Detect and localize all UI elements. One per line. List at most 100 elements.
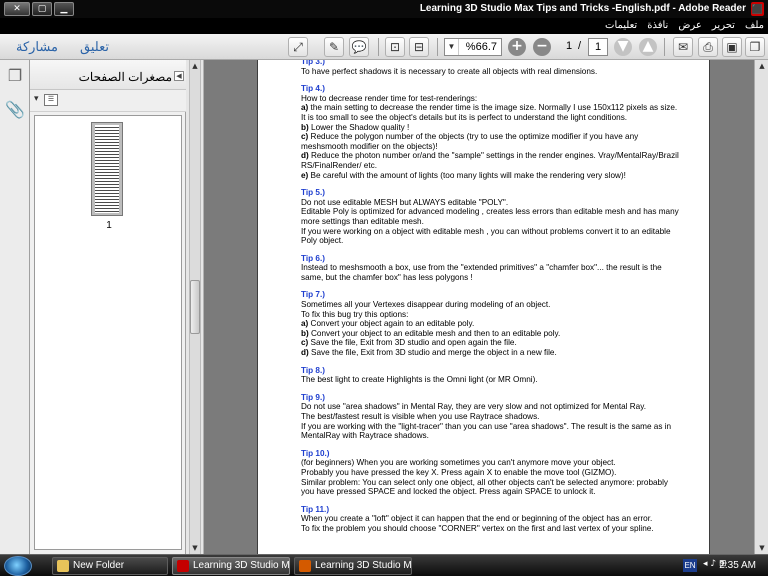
save-icon[interactable]: ▣	[722, 37, 742, 57]
tip-line: c) Save the file, Exit from 3D studio an…	[301, 338, 517, 348]
tip-line: Similar problem: You can select only one…	[301, 477, 669, 497]
toolbar-divider	[378, 38, 379, 56]
menu-view[interactable]: عرض	[678, 20, 702, 31]
tip-line: Editable Poly is optimized for advanced …	[301, 207, 679, 226]
tip-title: Tip 7.)	[301, 290, 325, 300]
page-thumbnails-panel: مصغرات الصفحات ◀ ▾ ☰ 1	[30, 60, 186, 554]
next-page-icon[interactable]: ▼	[614, 38, 632, 56]
panel-splitter[interactable]: ▲ ▼	[186, 60, 204, 554]
tip-line: If you are working with the "light-trace…	[301, 421, 672, 441]
panel-header: مصغرات الصفحات ◀	[30, 60, 186, 90]
fit-width-icon[interactable]: ⊟	[409, 37, 429, 57]
minimize-window-button[interactable]: ▁	[54, 2, 74, 16]
tip-title: Tip 3.)	[301, 60, 325, 66]
tip-line: e) Be careful with the amount of lights …	[301, 170, 626, 180]
comment-button[interactable]: تعليق	[80, 39, 109, 55]
menu-window[interactable]: نافذة	[647, 20, 668, 31]
pdf-page: Tip 3.) To have perfect shadows it is nec…	[257, 60, 710, 554]
tip-title: Tip 10.)	[301, 448, 330, 458]
tip-section: Tip 11.) When you create a "loft" object …	[301, 505, 681, 534]
title-bar: ✕ ▢ ▁ Learning 3D Studio Max Tips and Tr…	[0, 0, 768, 18]
options-dropdown-icon[interactable]: ▾	[34, 94, 39, 104]
tip-line: b) Convert your object to an editable me…	[301, 328, 561, 338]
tip-line: When you create a "loft" object it can h…	[301, 514, 653, 524]
tip-line: a) the main setting to decrease the rend…	[301, 103, 678, 122]
tip-section: Tip 6.) Instead to meshsmooth a box, use …	[301, 254, 681, 283]
maximize-window-button[interactable]: ▢	[32, 2, 52, 16]
tip-title: Tip 9.)	[301, 392, 325, 402]
taskbar-item[interactable]: Learning 3D Studio Ma...	[172, 557, 290, 575]
tip-section: Tip 10.) (for beginners) When you are wor…	[301, 449, 681, 497]
fit-page-icon[interactable]: ⊡	[385, 37, 405, 57]
tip-line: To fix the problem you should choose "CO…	[301, 523, 654, 533]
copy-icon[interactable]: ❐	[745, 37, 765, 57]
pdf-icon: ⬛	[751, 2, 764, 16]
zoom-out-icon[interactable]: −	[533, 38, 551, 56]
attachments-icon[interactable]: 📎	[5, 100, 25, 122]
pdf-icon	[177, 560, 189, 572]
zoom-select[interactable]: ▼ %66.7	[444, 38, 502, 56]
toolbar-divider	[664, 38, 665, 56]
zoom-value: %66.7	[465, 41, 497, 53]
page-thumbnail[interactable]	[91, 122, 123, 216]
document-view: Tip 3.) To have perfect shadows it is nec…	[204, 60, 768, 554]
document-scrollbar[interactable]: ▲ ▼	[754, 60, 768, 554]
tip-section: Tip 8.) The best light to create Highligh…	[301, 366, 681, 385]
panel-scrollbar[interactable]: ▲ ▼	[189, 60, 201, 554]
collapse-panel-icon[interactable]: ◀	[174, 71, 184, 81]
scroll-down-icon[interactable]: ▼	[756, 542, 768, 554]
tip-title: Tip 11.)	[301, 504, 330, 514]
tip-line: The best light to create Highlights is t…	[301, 375, 538, 385]
tip-line: d) Save the file, Exit from 3D studio an…	[301, 348, 557, 358]
taskbar: New Folder Learning 3D Studio Ma... Lear…	[0, 554, 768, 576]
taskbar-item[interactable]: Learning 3D Studio Ma...	[294, 557, 412, 575]
taskbar-item-label: Learning 3D Studio Ma...	[193, 560, 290, 571]
page-number-input[interactable]: 1	[588, 38, 608, 56]
browser-icon	[299, 560, 311, 572]
share-button[interactable]: مشاركة	[16, 39, 58, 55]
taskbar-item[interactable]: New Folder	[52, 557, 168, 575]
start-button[interactable]	[4, 556, 32, 576]
tip-section: Tip 4.) How to decrease render time for t…	[301, 84, 681, 180]
scroll-up-icon[interactable]: ▲	[190, 60, 200, 72]
tip-line: To have perfect shadows it is necessary …	[301, 66, 598, 76]
thumbnail-list: 1	[34, 115, 182, 550]
tip-line: (for beginners) When you are working som…	[301, 458, 616, 468]
print-icon[interactable]: ⎙	[698, 37, 718, 57]
tip-line: b) Lower the Shadow quality !	[301, 122, 410, 132]
page-thumbnails-icon[interactable]: ❐	[5, 66, 25, 88]
sign-icon[interactable]: ✎	[324, 37, 344, 57]
tip-title: Tip 6.)	[301, 253, 325, 263]
speech-bubble-icon[interactable]: 💬	[349, 37, 369, 57]
menu-bar: ملف تحرير عرض نافذة تعليمات	[0, 18, 768, 34]
tip-title: Tip 4.)	[301, 84, 325, 94]
panel-options-bar: ▾ ☰	[30, 90, 186, 112]
scroll-up-icon[interactable]: ▲	[756, 60, 768, 72]
scroll-down-icon[interactable]: ▼	[190, 542, 200, 554]
menu-file[interactable]: ملف	[745, 20, 764, 31]
close-window-button[interactable]: ✕	[4, 2, 30, 16]
tip-section: Tip 5.) Do not use editable MESH but ALWA…	[301, 188, 681, 246]
previous-page-icon[interactable]: ▲	[639, 38, 657, 56]
tip-line: Do not use "area shadows" in Mental Ray,…	[301, 402, 647, 412]
thumbnail-options-icon[interactable]: ☰	[44, 94, 58, 106]
taskbar-item-label: New Folder	[73, 560, 125, 571]
scrollbar-thumb[interactable]	[190, 280, 200, 334]
main-toolbar: مشاركة تعليق ⤢ ✎ 💬 ⊡ ⊟ ▼ %66.7 + − 1 / 1…	[0, 34, 768, 60]
clock[interactable]: 2:35 AM	[719, 560, 756, 571]
email-icon[interactable]: ✉	[673, 37, 693, 57]
window-controls: ✕ ▢ ▁	[4, 2, 74, 16]
zoom-in-icon[interactable]: +	[508, 38, 526, 56]
chevron-down-icon[interactable]: ▼	[445, 39, 459, 55]
tip-title: Tip 8.)	[301, 365, 325, 375]
tip-section: Tip 3.) To have perfect shadows it is nec…	[301, 60, 681, 76]
page-separator: /	[578, 40, 582, 52]
tip-line: The best/fastest result is visible when …	[301, 412, 540, 421]
menu-edit[interactable]: تحرير	[712, 20, 735, 31]
tip-line: c) Reduce the polygon number of the obje…	[301, 132, 639, 151]
menu-help[interactable]: تعليمات	[605, 20, 637, 31]
folder-icon	[57, 560, 69, 572]
tip-line: Do not use editable MESH but ALWAYS edit…	[301, 197, 509, 207]
fullscreen-icon[interactable]: ⤢	[288, 37, 308, 57]
language-indicator[interactable]: EN	[683, 559, 697, 572]
